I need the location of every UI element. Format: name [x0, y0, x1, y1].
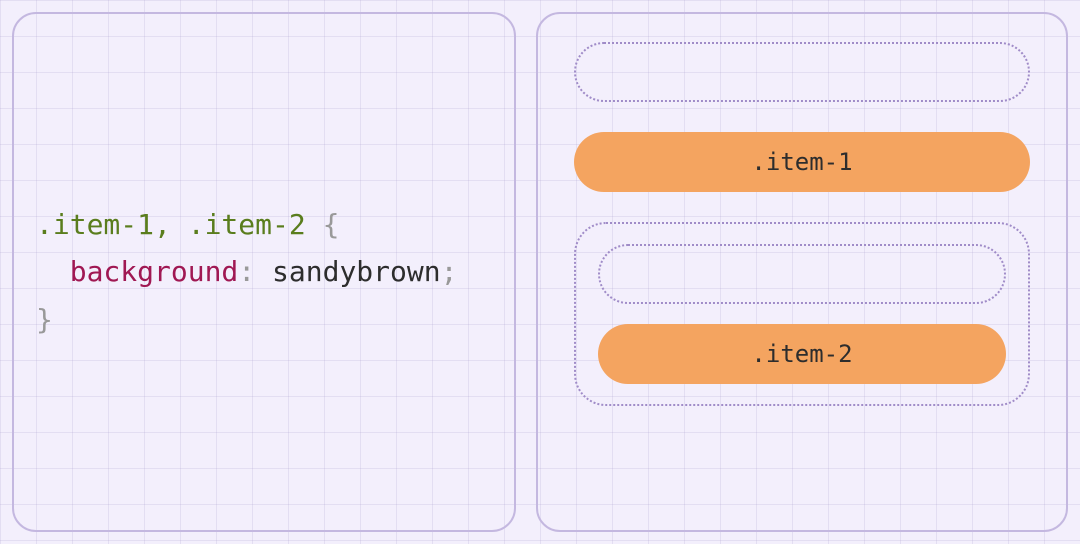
colon: : [238, 255, 255, 288]
brace-open: { [323, 208, 340, 241]
inner-container: .item-2 [574, 222, 1030, 406]
item-2-label: .item-2 [751, 340, 852, 368]
item-1-pill: .item-1 [574, 132, 1030, 192]
brace-close: } [36, 303, 53, 336]
ghost-item-top [574, 42, 1030, 102]
css-value: sandybrown [272, 255, 441, 288]
semicolon: ; [441, 255, 458, 288]
css-selector: .item-1, .item-2 [36, 208, 306, 241]
demo-panel: .item-1 .item-2 [536, 12, 1068, 532]
item-1-label: .item-1 [751, 148, 852, 176]
ghost-item-inner [598, 244, 1006, 304]
css-property: background [70, 255, 239, 288]
css-code-block: .item-1, .item-2 { background: sandybrow… [36, 201, 492, 344]
item-2-pill: .item-2 [598, 324, 1006, 384]
code-panel: .item-1, .item-2 { background: sandybrow… [12, 12, 516, 532]
